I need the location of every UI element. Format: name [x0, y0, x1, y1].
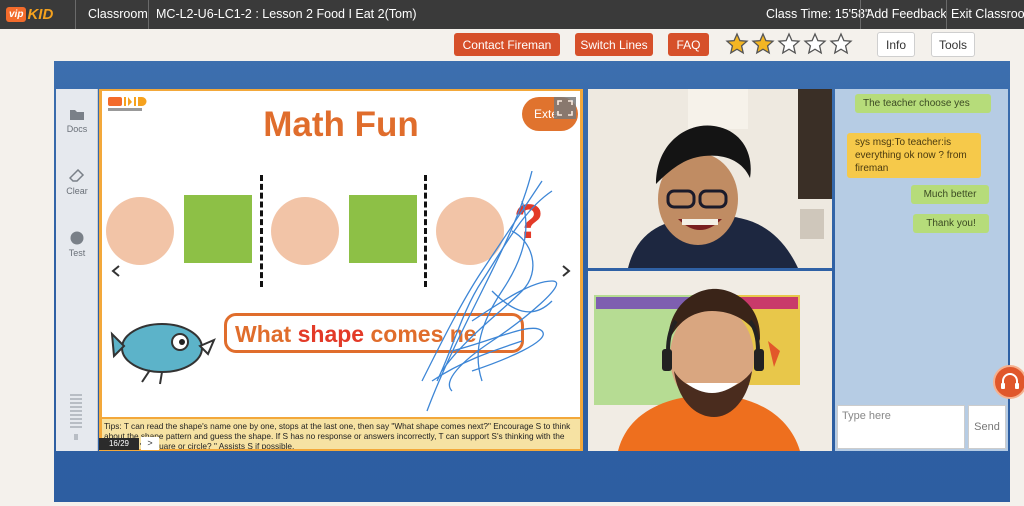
courseware-slide[interactable]: Exte Math Fun ? What shape comes ne Tips… — [99, 89, 583, 451]
docs-label: Docs — [66, 123, 88, 134]
chat-message: Much better — [911, 185, 989, 204]
logo-kid-text: KID — [27, 5, 54, 23]
star-filled-icon[interactable] — [725, 32, 749, 56]
teacher-tips: Tips: T can read the shape's name one by… — [102, 419, 580, 449]
contact-fireman-button[interactable]: Contact Fireman — [454, 33, 560, 56]
info-button[interactable]: Info — [877, 32, 915, 57]
divider — [75, 0, 76, 29]
annotation-scribble — [421, 171, 558, 412]
clear-tool[interactable]: Clear — [56, 157, 98, 207]
classroom-tab[interactable]: Classroom — [88, 7, 148, 21]
circle-shape — [271, 197, 339, 265]
exit-classroom-button[interactable]: Exit Classroom — [951, 7, 1024, 21]
circle-shape — [106, 197, 174, 265]
chat-message: The teacher choose yes — [855, 94, 991, 113]
chat-message: Thank you! — [913, 214, 989, 233]
logo-vip-text: vip — [6, 6, 27, 22]
divider — [860, 0, 861, 29]
bubble-text-highlight: shape — [297, 321, 365, 347]
faq-button[interactable]: FAQ — [668, 33, 709, 56]
divider — [148, 0, 149, 29]
add-feedback-button[interactable]: Add Feedback — [866, 7, 947, 21]
rating-stars[interactable] — [725, 32, 853, 56]
chat-panel: The teacher choose yes sys msg:To teache… — [835, 89, 1008, 451]
star-filled-icon[interactable] — [751, 32, 775, 56]
student-video-frame — [588, 89, 832, 268]
chevron-left-icon[interactable] — [110, 264, 122, 278]
vipkid-logo: vip KID — [6, 5, 53, 23]
star-empty-icon[interactable] — [803, 32, 827, 56]
class-time: Class Time: 15'58" — [766, 7, 870, 21]
lesson-title: MC-L2-U6-LC1-2 : Lesson 2 Food I Eat 2(T… — [156, 7, 417, 21]
docs-tool[interactable]: Docs — [56, 95, 98, 145]
test-tool[interactable]: Test — [56, 219, 98, 269]
divider — [946, 0, 947, 29]
next-page-button[interactable]: > — [141, 437, 159, 450]
headset-icon — [1001, 373, 1019, 389]
bubble-text-pre: What — [235, 321, 298, 347]
square-shape — [184, 195, 252, 263]
send-button[interactable]: Send — [968, 405, 1006, 449]
chat-message: sys msg:To teacher:is everything ok now … — [847, 133, 981, 178]
student-video — [588, 89, 832, 268]
fish-character — [110, 323, 216, 385]
dashed-divider — [260, 175, 263, 287]
chat-input[interactable]: Type here — [837, 405, 965, 449]
tool-column: Docs Clear Test — [56, 89, 98, 451]
slide-title: Math Fun — [263, 105, 419, 144]
test-icon — [70, 231, 84, 244]
switch-lines-button[interactable]: Switch Lines — [575, 33, 653, 56]
tools-button[interactable]: Tools — [931, 32, 975, 57]
teacher-video — [588, 271, 832, 451]
page-indicator: 16/29 — [99, 438, 139, 450]
teacher-video-frame — [588, 271, 832, 451]
volume-meter-icon — [70, 394, 82, 440]
star-empty-icon[interactable] — [829, 32, 853, 56]
clear-label: Clear — [66, 185, 88, 196]
eraser-icon — [69, 168, 85, 182]
slide-canvas: Exte Math Fun ? What shape comes ne — [102, 91, 580, 417]
star-empty-icon[interactable] — [777, 32, 801, 56]
folder-icon — [70, 109, 84, 120]
test-label: Test — [68, 247, 86, 258]
top-bar: vip KID Classroom MC-L2-U6-LC1-2 : Lesso… — [0, 0, 1024, 29]
support-button[interactable] — [993, 365, 1024, 399]
